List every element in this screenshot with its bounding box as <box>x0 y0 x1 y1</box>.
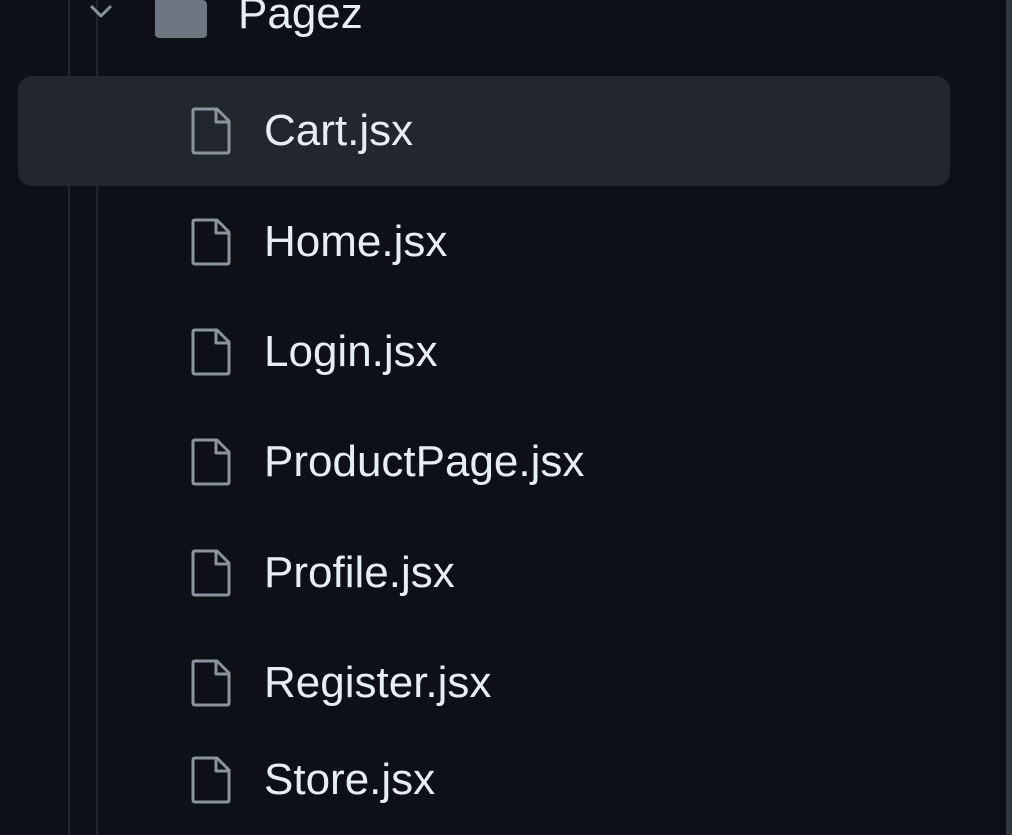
file-icon <box>191 438 231 486</box>
file-row-register[interactable]: Register.jsx <box>18 628 950 738</box>
file-label: Profile.jsx <box>264 548 455 597</box>
file-icon <box>191 328 231 376</box>
file-label: Login.jsx <box>264 327 438 376</box>
file-icon <box>191 549 231 597</box>
folder-row-pagez[interactable]: Pagez <box>0 0 1000 74</box>
file-icon <box>191 659 231 707</box>
file-label: Cart.jsx <box>264 106 414 155</box>
file-label: Home.jsx <box>264 217 448 266</box>
file-row-profile[interactable]: Profile.jsx <box>18 518 950 628</box>
file-row-cart[interactable]: Cart.jsx <box>18 76 950 186</box>
file-row-login[interactable]: Login.jsx <box>18 297 950 407</box>
folder-label: Pagez <box>238 0 363 38</box>
folder-icon <box>155 0 207 38</box>
panel-edge <box>1006 0 1012 835</box>
file-row-productpage[interactable]: ProductPage.jsx <box>18 407 950 517</box>
file-label: ProductPage.jsx <box>264 437 585 486</box>
file-icon <box>191 107 231 155</box>
file-icon <box>191 218 231 266</box>
file-label: Register.jsx <box>264 658 492 707</box>
chevron-down-icon[interactable] <box>84 0 118 28</box>
file-row-store[interactable]: Store.jsx <box>18 725 950 835</box>
file-explorer-tree: Pagez Cart.jsx Home.jsx Login.jsx Produc… <box>0 0 1012 835</box>
file-icon <box>191 756 231 804</box>
file-label: Store.jsx <box>264 755 436 804</box>
file-row-home[interactable]: Home.jsx <box>18 187 950 297</box>
